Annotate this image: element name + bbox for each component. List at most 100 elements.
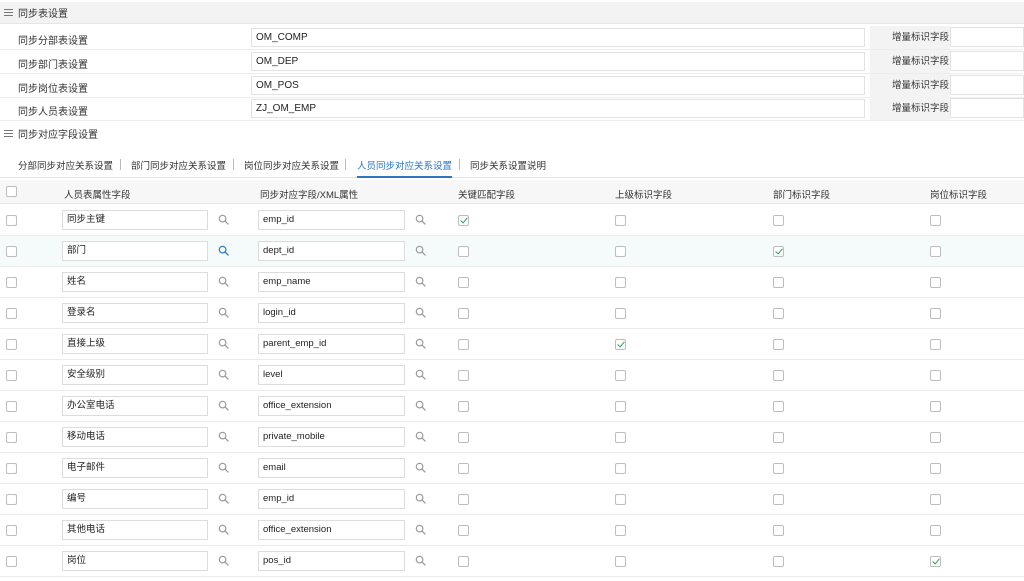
search-icon[interactable]: [218, 400, 229, 411]
sync-field-input[interactable]: level: [258, 365, 405, 385]
search-icon[interactable]: [415, 338, 426, 349]
sync-field-input[interactable]: private_mobile: [258, 427, 405, 447]
search-icon[interactable]: [415, 555, 426, 566]
dept-flag-checkbox[interactable]: [773, 246, 784, 257]
table-row[interactable]: 直接上级 parent_emp_id: [0, 329, 1024, 360]
dept-flag-checkbox[interactable]: [773, 370, 784, 381]
flag-field-input[interactable]: [950, 98, 1024, 118]
search-icon[interactable]: [415, 400, 426, 411]
search-icon[interactable]: [218, 555, 229, 566]
tab-comp-mapping[interactable]: 分部同步对应关系设置: [18, 158, 113, 178]
attr-field-input[interactable]: 移动电话: [62, 427, 208, 447]
key-match-checkbox[interactable]: [458, 215, 469, 226]
dept-flag-checkbox[interactable]: [773, 494, 784, 505]
row-select-checkbox[interactable]: [6, 463, 17, 474]
sync-field-input[interactable]: email: [258, 458, 405, 478]
table-row[interactable]: 电子邮件 email: [0, 453, 1024, 484]
search-icon[interactable]: [415, 307, 426, 318]
attr-field-input[interactable]: 办公室电话: [62, 396, 208, 416]
key-match-checkbox[interactable]: [458, 401, 469, 412]
key-match-checkbox[interactable]: [458, 246, 469, 257]
search-icon[interactable]: [415, 214, 426, 225]
parent-flag-checkbox[interactable]: [615, 277, 626, 288]
search-icon[interactable]: [218, 276, 229, 287]
dept-flag-checkbox[interactable]: [773, 339, 784, 350]
pos-flag-checkbox[interactable]: [930, 556, 941, 567]
sync-field-input[interactable]: login_id: [258, 303, 405, 323]
row-select-checkbox[interactable]: [6, 339, 17, 350]
parent-flag-checkbox[interactable]: [615, 215, 626, 226]
attr-field-input[interactable]: 安全级别: [62, 365, 208, 385]
search-icon[interactable]: [218, 369, 229, 380]
dept-flag-checkbox[interactable]: [773, 432, 784, 443]
parent-flag-checkbox[interactable]: [615, 246, 626, 257]
row-select-checkbox[interactable]: [6, 277, 17, 288]
tab-pos-mapping[interactable]: 岗位同步对应关系设置: [244, 158, 339, 178]
parent-flag-checkbox[interactable]: [615, 556, 626, 567]
table-row[interactable]: 办公室电话 office_extension: [0, 391, 1024, 422]
attr-field-input[interactable]: 同步主键: [62, 210, 208, 230]
search-icon[interactable]: [415, 369, 426, 380]
row-select-checkbox[interactable]: [6, 246, 17, 257]
table-row[interactable]: 登录名 login_id: [0, 298, 1024, 329]
pos-flag-checkbox[interactable]: [930, 277, 941, 288]
row-select-checkbox[interactable]: [6, 308, 17, 319]
parent-flag-checkbox[interactable]: [615, 494, 626, 505]
row-select-checkbox[interactable]: [6, 215, 17, 226]
row-select-checkbox[interactable]: [6, 525, 17, 536]
select-all-checkbox[interactable]: [6, 186, 17, 197]
sync-field-input[interactable]: office_extension: [258, 396, 405, 416]
search-icon[interactable]: [415, 524, 426, 535]
attr-field-input[interactable]: 直接上级: [62, 334, 208, 354]
pos-flag-checkbox[interactable]: [930, 215, 941, 226]
dept-flag-checkbox[interactable]: [773, 215, 784, 226]
pos-flag-checkbox[interactable]: [930, 463, 941, 474]
sync-field-input[interactable]: parent_emp_id: [258, 334, 405, 354]
key-match-checkbox[interactable]: [458, 277, 469, 288]
key-match-checkbox[interactable]: [458, 463, 469, 474]
attr-field-input[interactable]: 其他电话: [62, 520, 208, 540]
table-row[interactable]: 其他电话 office_extension: [0, 515, 1024, 546]
key-match-checkbox[interactable]: [458, 308, 469, 319]
search-icon[interactable]: [218, 245, 229, 256]
flag-field-input[interactable]: [950, 51, 1024, 71]
key-match-checkbox[interactable]: [458, 556, 469, 567]
flag-field-input[interactable]: [950, 27, 1024, 47]
flag-field-input[interactable]: [950, 75, 1024, 95]
search-icon[interactable]: [218, 524, 229, 535]
table-row[interactable]: 同步主键 emp_id: [0, 205, 1024, 236]
sync-field-input[interactable]: office_extension: [258, 520, 405, 540]
attr-field-input[interactable]: 部门: [62, 241, 208, 261]
pos-flag-checkbox[interactable]: [930, 246, 941, 257]
sync-table-input[interactable]: OM_POS: [251, 76, 865, 95]
pos-flag-checkbox[interactable]: [930, 401, 941, 412]
search-icon[interactable]: [415, 493, 426, 504]
dept-flag-checkbox[interactable]: [773, 277, 784, 288]
attr-field-input[interactable]: 登录名: [62, 303, 208, 323]
parent-flag-checkbox[interactable]: [615, 308, 626, 319]
pos-flag-checkbox[interactable]: [930, 308, 941, 319]
attr-field-input[interactable]: 电子邮件: [62, 458, 208, 478]
search-icon[interactable]: [218, 493, 229, 504]
sync-table-input[interactable]: ZJ_OM_EMP: [251, 99, 865, 118]
table-row[interactable]: 移动电话 private_mobile: [0, 422, 1024, 453]
search-icon[interactable]: [218, 462, 229, 473]
tab-emp-mapping[interactable]: 人员同步对应关系设置: [357, 158, 453, 178]
table-row[interactable]: 姓名 emp_name: [0, 267, 1024, 298]
search-icon[interactable]: [218, 307, 229, 318]
pos-flag-checkbox[interactable]: [930, 370, 941, 381]
dept-flag-checkbox[interactable]: [773, 308, 784, 319]
sync-field-input[interactable]: emp_id: [258, 210, 405, 230]
parent-flag-checkbox[interactable]: [615, 463, 626, 474]
attr-field-input[interactable]: 岗位: [62, 551, 208, 571]
search-icon[interactable]: [218, 214, 229, 225]
key-match-checkbox[interactable]: [458, 370, 469, 381]
key-match-checkbox[interactable]: [458, 339, 469, 350]
search-icon[interactable]: [415, 462, 426, 473]
search-icon[interactable]: [415, 276, 426, 287]
sync-field-input[interactable]: dept_id: [258, 241, 405, 261]
row-select-checkbox[interactable]: [6, 556, 17, 567]
parent-flag-checkbox[interactable]: [615, 339, 626, 350]
tab-dep-mapping[interactable]: 部门同步对应关系设置: [131, 158, 226, 178]
search-icon[interactable]: [415, 431, 426, 442]
